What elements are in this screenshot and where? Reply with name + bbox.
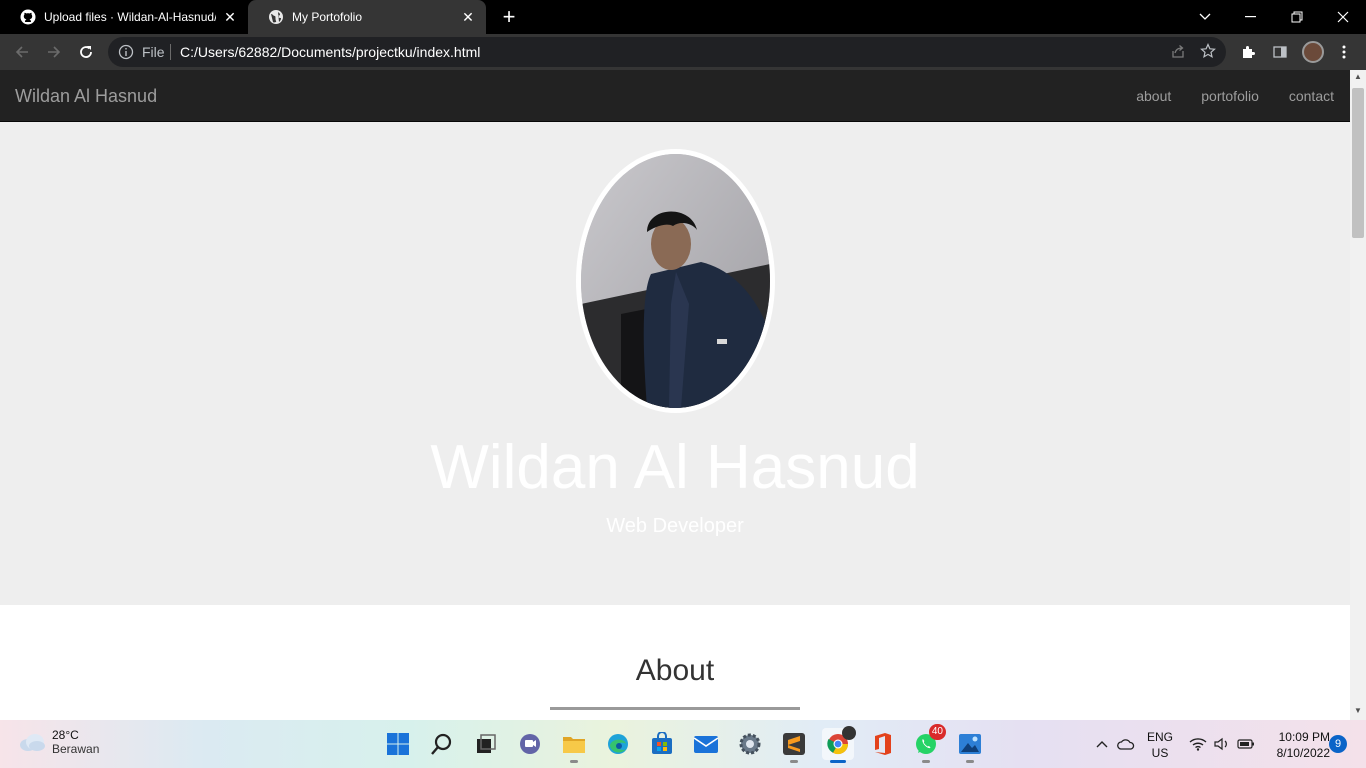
task-view-icon[interactable]: [470, 728, 502, 760]
site-brand[interactable]: Wildan Al Hasnud: [15, 86, 157, 107]
profile-photo: [576, 149, 775, 413]
page-viewport: Wildan Al Hasnud about portofolio contac…: [0, 70, 1350, 720]
tab-title: Upload files · Wildan-Al-Hasnud/: [44, 10, 216, 24]
notification-count-badge[interactable]: 9: [1329, 735, 1347, 753]
weather-widget[interactable]: 28°C Berawan: [18, 728, 99, 756]
running-indicator: [790, 760, 798, 763]
nav-link-portofolio[interactable]: portofolio: [1201, 88, 1259, 104]
teams-chat-icon[interactable]: [514, 728, 546, 760]
site-nav-links: about portofolio contact: [1136, 88, 1334, 104]
url-text[interactable]: C:/Users/62882/Documents/projectku/index…: [180, 44, 480, 60]
search-icon[interactable]: [426, 728, 458, 760]
tab-strip: Upload files · Wildan-Al-Hasnud/ ✕ My Po…: [0, 0, 1366, 34]
region-code: US: [1151, 746, 1169, 760]
settings-icon[interactable]: [734, 728, 766, 760]
weather-temp: 28°C: [52, 728, 79, 742]
windows-taskbar: 28°C Berawan 40 ENG US 10:09 PM 8/10/202…: [0, 720, 1366, 768]
close-tab-icon[interactable]: ✕: [460, 9, 476, 25]
battery-icon[interactable]: [1236, 720, 1256, 768]
sublime-text-icon[interactable]: [778, 728, 810, 763]
language-indicator[interactable]: ENG US: [1146, 729, 1174, 761]
page-scrollbar[interactable]: ▲ ▼: [1350, 70, 1366, 720]
close-tab-icon[interactable]: ✕: [222, 9, 238, 25]
running-indicator: [570, 760, 578, 763]
reload-icon[interactable]: [74, 40, 98, 64]
language-code: ENG: [1146, 730, 1173, 744]
file-explorer-icon[interactable]: [558, 728, 590, 763]
running-indicator: [830, 760, 846, 763]
wifi-icon[interactable]: [1188, 720, 1208, 768]
tab-my-portofolio[interactable]: My Portofolio ✕: [248, 0, 486, 34]
about-divider: [550, 707, 800, 710]
clock-time: 10:09 PM: [1278, 730, 1330, 744]
share-icon[interactable]: [1170, 44, 1186, 65]
back-icon[interactable]: [10, 40, 34, 64]
onedrive-icon[interactable]: [1116, 720, 1136, 768]
about-heading: About: [635, 654, 715, 687]
info-icon[interactable]: [118, 44, 134, 60]
scheme-label: File: [142, 44, 165, 60]
globe-icon: [268, 9, 284, 25]
hero-role: Web Developer: [606, 515, 744, 537]
mail-icon[interactable]: [690, 728, 722, 760]
hero-name: Wildan Al Hasnud: [430, 433, 920, 502]
tab-title: My Portofolio: [292, 10, 363, 24]
photos-icon[interactable]: [954, 728, 986, 763]
bookmark-star-icon[interactable]: [1200, 43, 1216, 64]
clock[interactable]: 10:09 PM 8/10/2022: [1262, 729, 1330, 761]
address-bar[interactable]: File C:/Users/62882/Documents/projectku/…: [108, 37, 1226, 67]
extensions-icon[interactable]: [1238, 42, 1258, 62]
hero-section: Wildan Al Hasnud Web Developer: [0, 122, 1350, 605]
profile-avatar[interactable]: [1302, 41, 1324, 63]
nav-link-contact[interactable]: contact: [1289, 88, 1334, 104]
side-panel-icon[interactable]: [1270, 42, 1290, 62]
running-indicator: [922, 760, 930, 763]
scroll-thumb[interactable]: [1352, 88, 1364, 238]
volume-icon[interactable]: [1212, 720, 1232, 768]
start-icon[interactable]: [382, 728, 414, 760]
weather-condition: Berawan: [52, 742, 100, 756]
forward-icon[interactable]: [42, 40, 66, 64]
clock-date: 8/10/2022: [1276, 746, 1330, 760]
whatsapp-icon[interactable]: 40: [910, 724, 946, 763]
store-icon[interactable]: [646, 728, 678, 760]
github-icon: [20, 9, 36, 25]
restore-icon[interactable]: [1274, 0, 1320, 34]
browser-toolbar: File C:/Users/62882/Documents/projectku/…: [0, 34, 1366, 70]
show-hidden-icons-icon[interactable]: [1094, 720, 1110, 768]
office-icon[interactable]: [866, 728, 898, 760]
tab-github-upload[interactable]: Upload files · Wildan-Al-Hasnud/ ✕: [0, 0, 248, 34]
whatsapp-unread-badge: 40: [928, 724, 946, 740]
nav-link-about[interactable]: about: [1136, 88, 1171, 104]
edge-icon[interactable]: [602, 728, 634, 760]
chrome-icon[interactable]: [822, 726, 856, 763]
cloud-icon: [18, 732, 46, 752]
site-navbar: Wildan Al Hasnud about portofolio contac…: [0, 70, 1350, 122]
chrome-profile-badge: [842, 726, 856, 740]
close-window-icon[interactable]: [1320, 0, 1366, 34]
scroll-up-icon[interactable]: ▲: [1350, 72, 1366, 84]
running-indicator: [966, 760, 974, 763]
tab-search-icon[interactable]: [1182, 0, 1228, 34]
new-tab-icon[interactable]: +: [498, 6, 520, 28]
scroll-down-icon[interactable]: ▼: [1350, 706, 1366, 718]
menu-kebab-icon[interactable]: [1334, 42, 1354, 62]
divider: [170, 44, 171, 60]
minimize-icon[interactable]: [1228, 0, 1274, 34]
